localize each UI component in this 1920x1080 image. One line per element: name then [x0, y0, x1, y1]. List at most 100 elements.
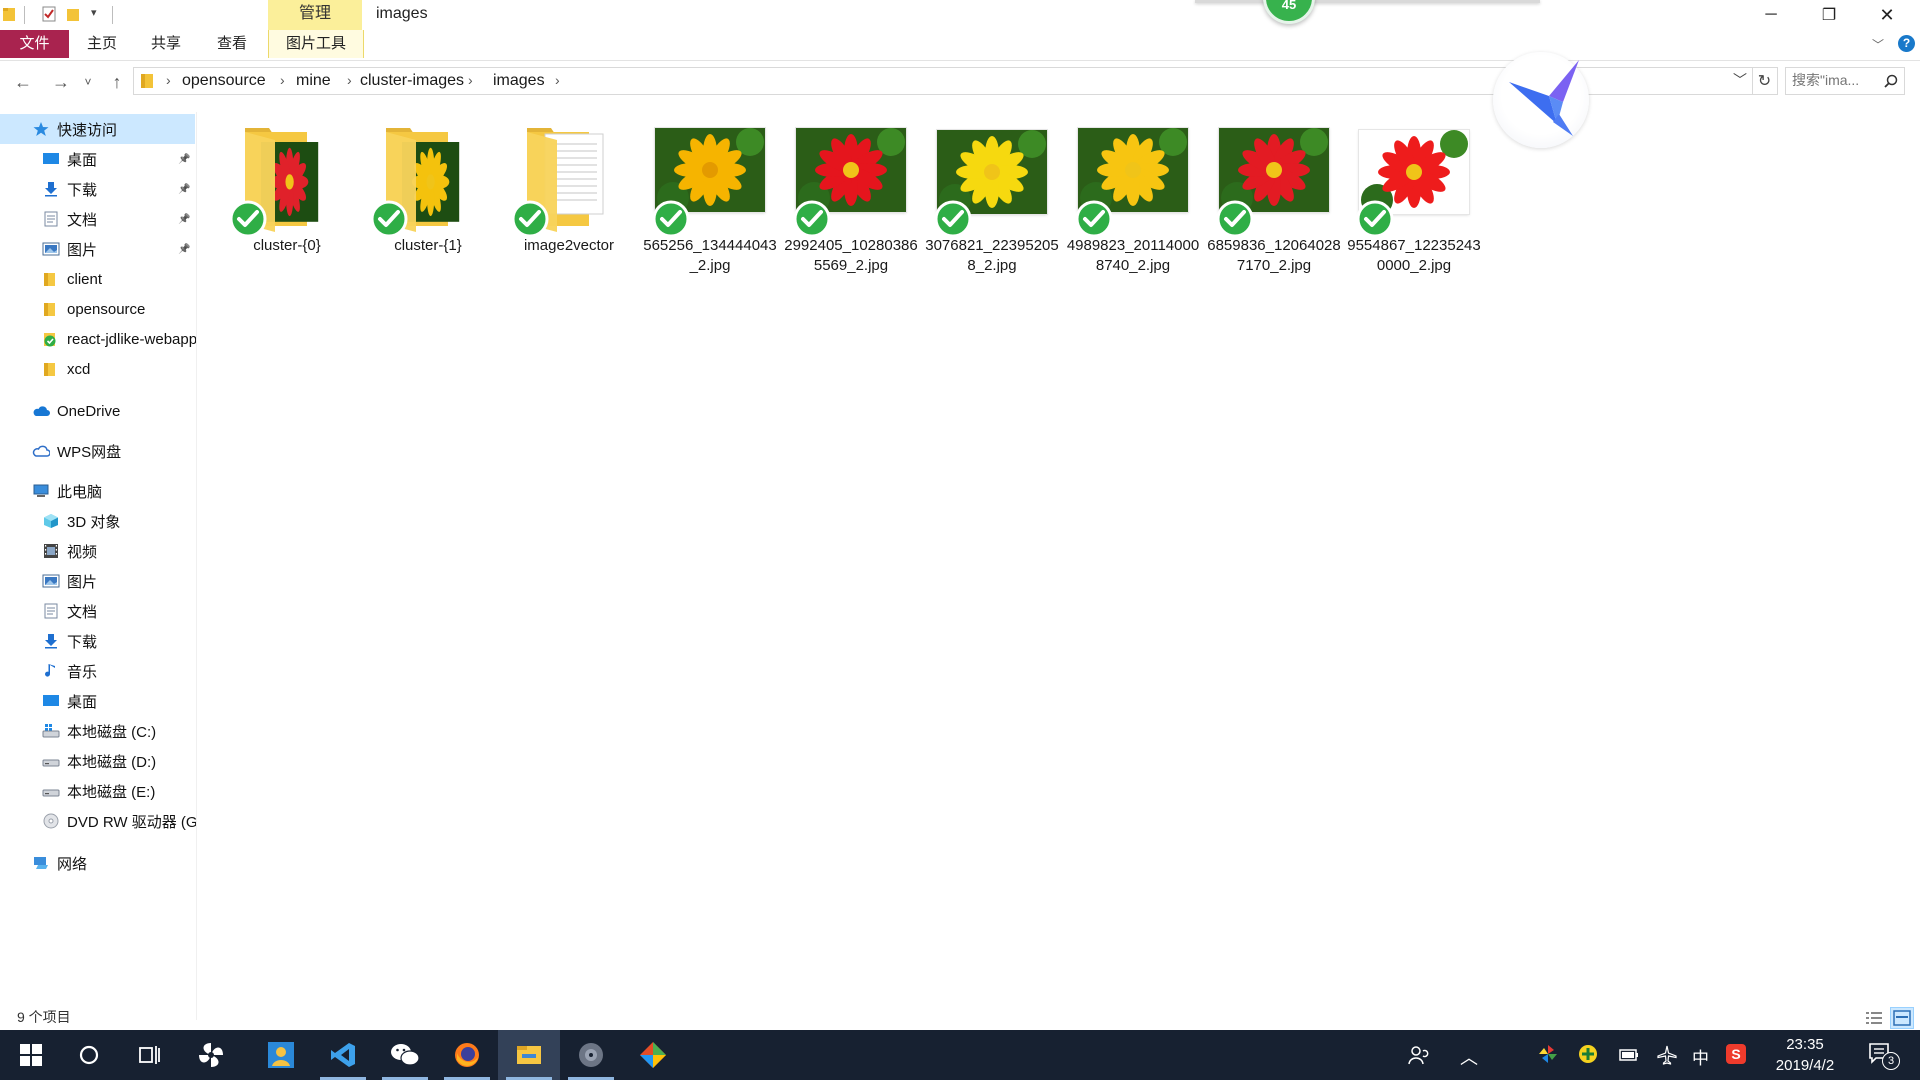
help-icon[interactable]: ? — [1898, 35, 1915, 52]
address-history-dropdown-icon[interactable]: ﹀ — [1733, 70, 1747, 90]
sidebar-item-[interactable]: 此电脑 — [0, 476, 196, 506]
folder-item[interactable]: cluster-{0} — [217, 120, 357, 290]
sidebar-item-[interactable]: 桌面 📌 — [0, 144, 196, 174]
taskbar-app-wechat[interactable] — [374, 1030, 436, 1080]
breadcrumb-chevron-icon[interactable]: › — [280, 72, 285, 88]
breadcrumb-mine[interactable]: mine — [296, 72, 331, 90]
tab-view[interactable]: 查看 — [210, 30, 254, 58]
cortana-search-button[interactable] — [58, 1030, 120, 1080]
breadcrumb-cluster-images[interactable]: cluster-images — [360, 72, 464, 90]
task-view-button[interactable] — [118, 1030, 180, 1080]
people-icon[interactable] — [1408, 1044, 1430, 1071]
input-method-indicator[interactable]: 中 — [1692, 1044, 1709, 1069]
breadcrumb-chevron-icon[interactable]: › — [166, 72, 171, 88]
sidebar-item-[interactable]: 快速访问 — [0, 114, 195, 144]
properties-icon[interactable] — [42, 6, 56, 22]
sogou-ime-icon[interactable]: S — [1726, 1044, 1746, 1069]
search-icon[interactable] — [1884, 74, 1898, 88]
sidebar-item-c[interactable]: 本地磁盘 (C:) — [0, 716, 196, 746]
breadcrumb-opensource[interactable]: opensource — [182, 72, 266, 90]
sidebar-item-react-jdlike-webapp[interactable]: react-jdlike-webapp — [0, 324, 196, 354]
search-input[interactable] — [1792, 72, 1878, 88]
sidebar-item-xcd[interactable]: xcd — [0, 354, 196, 384]
sidebar-item-[interactable]: 下载 — [0, 626, 196, 656]
plus-tray-icon[interactable] — [1578, 1044, 1598, 1069]
image-file-item[interactable]: 6859836_120640287170_2.jpg — [1204, 120, 1344, 290]
taskbar-app-firefox[interactable] — [436, 1030, 498, 1080]
image-file-item[interactable]: 9554867_122352430000_2.jpg — [1344, 120, 1484, 290]
sidebar-item-[interactable]: 图片 📌 — [0, 234, 196, 264]
up-arrow-icon[interactable]: ↑ — [105, 70, 129, 94]
sidebar-item-[interactable]: 下载 📌 — [0, 174, 196, 204]
quick-access-dropdown-icon[interactable]: ▾ — [91, 6, 97, 19]
action-center-button[interactable]: 3 — [1868, 1042, 1900, 1073]
recent-locations-chevron-icon[interactable]: ˅ — [80, 70, 96, 94]
sidebar-item-label: 本地磁盘 (D:) — [67, 753, 157, 771]
pinwheel-tray-icon[interactable] — [1538, 1044, 1558, 1069]
restore-button[interactable]: ❐ — [1800, 0, 1858, 30]
show-hidden-icons-chevron-icon[interactable]: ︿ — [1460, 1044, 1478, 1070]
sidebar-item-dvd-rw-g[interactable]: DVD RW 驱动器 (G:) — [0, 806, 196, 836]
minimize-button[interactable]: ─ — [1742, 0, 1800, 30]
colorful-pinwheel-icon — [1539, 1045, 1557, 1063]
context-tab-manage[interactable]: 管理 — [268, 0, 362, 30]
start-button[interactable] — [0, 1030, 62, 1080]
forward-arrow-icon[interactable]: → — [49, 70, 73, 94]
tab-file[interactable]: 文件 — [0, 30, 69, 58]
image-file-item[interactable]: 4989823_201140008740_2.jpg — [1063, 120, 1203, 290]
breadcrumb-images[interactable]: images — [493, 72, 545, 90]
taskbar-app-contacts[interactable] — [250, 1030, 312, 1080]
breadcrumb-chevron-icon[interactable]: › — [468, 72, 473, 88]
sidebar-item-[interactable]: 网络 — [0, 848, 196, 878]
sidebar-item-wps[interactable]: WPS网盘 — [0, 436, 196, 466]
sidebar-item-e[interactable]: 本地磁盘 (E:) — [0, 776, 196, 806]
sidebar-item-[interactable]: 视频 — [0, 536, 196, 566]
refresh-button[interactable]: ↻ — [1752, 67, 1778, 95]
sidebar-item-[interactable]: 图片 — [0, 566, 196, 596]
computer-icon — [32, 483, 50, 499]
sidebar-item-[interactable]: 文档 📌 — [0, 204, 196, 234]
tab-picture-tools[interactable]: 图片工具 — [268, 30, 364, 58]
separator — [24, 6, 25, 24]
sidebar-item-[interactable]: 音乐 — [0, 656, 196, 686]
sidebar-item-[interactable]: 桌面 — [0, 686, 196, 716]
image-file-item[interactable]: 565256_134444043_2.jpg — [640, 120, 780, 290]
battery-icon[interactable] — [1618, 1044, 1640, 1069]
search-box[interactable] — [1785, 67, 1905, 95]
large-icons-view-button[interactable] — [1890, 1007, 1914, 1029]
folder-icon[interactable] — [2, 6, 16, 22]
breadcrumb-chevron-icon[interactable]: › — [347, 72, 352, 88]
image-file-item[interactable]: 3076821_223952058_2.jpg — [922, 120, 1062, 290]
close-button[interactable]: ✕ — [1858, 0, 1916, 30]
taskbar-app-pinwheel[interactable] — [180, 1030, 242, 1080]
image-file-item[interactable]: 2992405_102803865569_2.jpg — [781, 120, 921, 290]
taskbar-app-vscode[interactable] — [312, 1030, 374, 1080]
details-view-button[interactable] — [1862, 1007, 1886, 1029]
tab-share[interactable]: 共享 — [144, 30, 188, 58]
airplane-mode-icon[interactable] — [1656, 1044, 1678, 1071]
expand-ribbon-icon[interactable]: ﹀ — [1872, 36, 1886, 52]
taskbar-app-disc[interactable] — [560, 1030, 622, 1080]
sync-check-icon — [1075, 200, 1113, 238]
file-name: 4989823_201140008740_2.jpg — [1066, 237, 1200, 274]
new-folder-icon[interactable] — [66, 6, 80, 22]
taskbar-app-file-explorer[interactable] — [498, 1030, 560, 1080]
windows-start-icon — [20, 1044, 42, 1066]
music-icon — [42, 663, 60, 679]
breadcrumb-chevron-icon[interactable]: › — [555, 72, 560, 88]
clock-date[interactable]: 2019/4/2 — [1770, 1057, 1840, 1074]
sidebar-item-client[interactable]: client — [0, 264, 196, 294]
sidebar-item-d[interactable]: 本地磁盘 (D:) — [0, 746, 196, 776]
sidebar-item-opensource[interactable]: opensource — [0, 294, 196, 324]
folder-item[interactable]: image2vector — [499, 120, 639, 290]
sidebar-item-[interactable]: 文档 — [0, 596, 196, 626]
sidebar-item-3d[interactable]: 3D 对象 — [0, 506, 196, 536]
clock-time[interactable]: 23:35 — [1770, 1036, 1840, 1053]
taskbar-app-gitkraken[interactable] — [622, 1030, 684, 1080]
sidebar-item-onedrive[interactable]: OneDrive — [0, 396, 196, 426]
tab-home[interactable]: 主页 — [80, 30, 124, 58]
back-arrow-icon[interactable]: ← — [11, 70, 35, 94]
folder-item[interactable]: cluster-{1} — [358, 120, 498, 290]
count-badge[interactable]: 45 — [1263, 0, 1315, 24]
file-view: cluster-{0} cluster-{1} image2vector 565256… — [210, 120, 1910, 1020]
